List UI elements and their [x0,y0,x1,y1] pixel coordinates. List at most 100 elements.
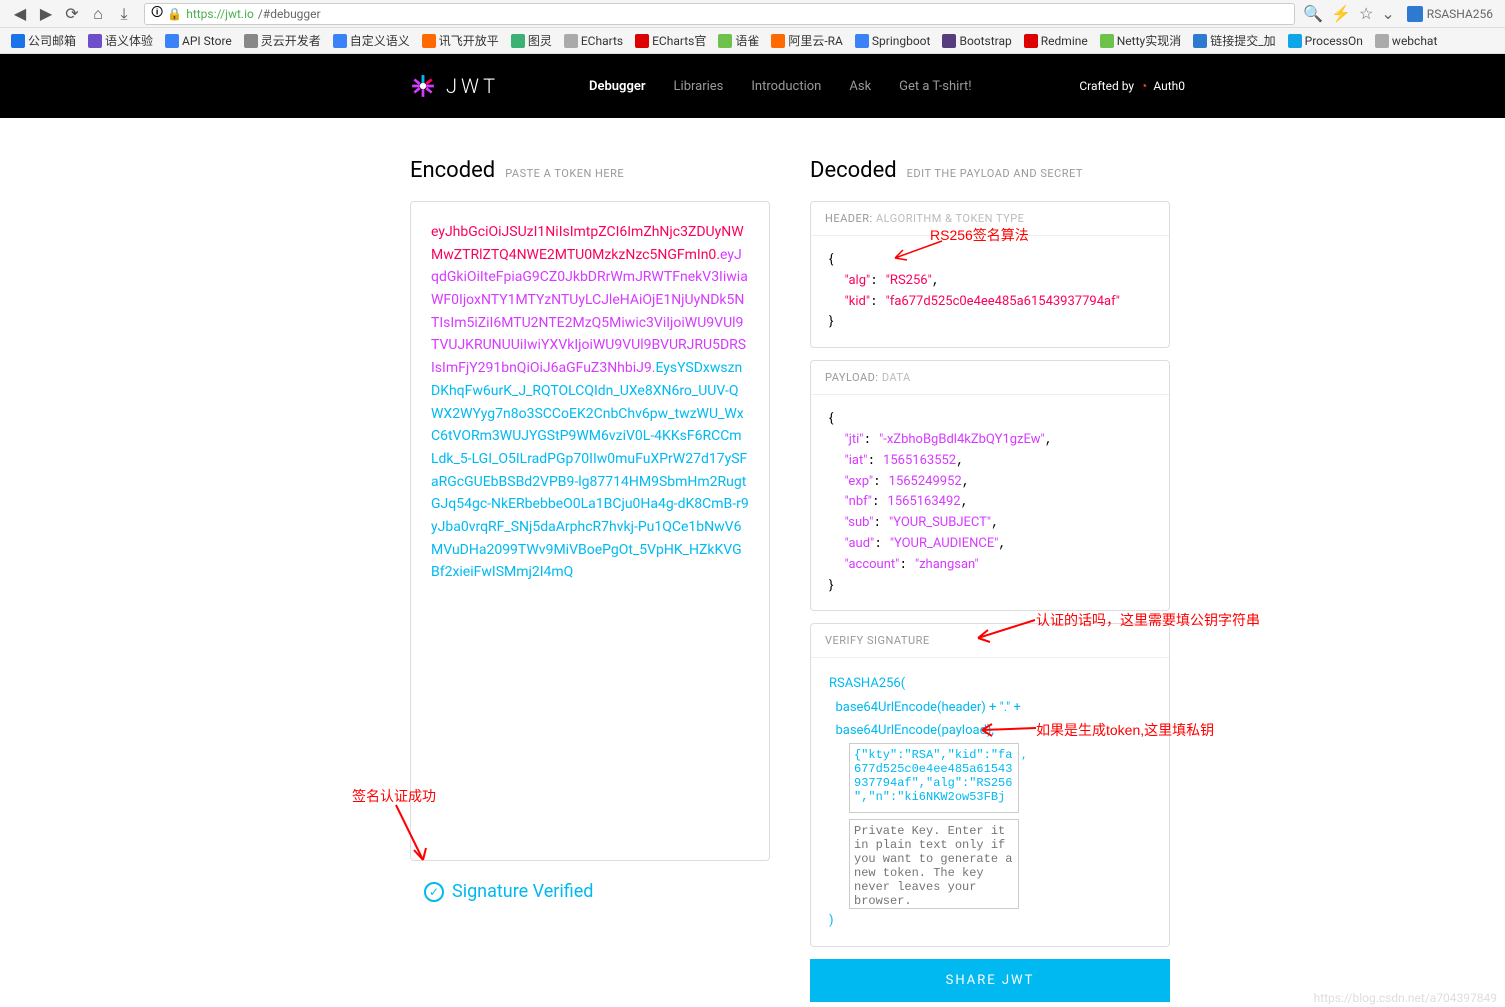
crafted-by: Crafted by ◔ Auth0 [1079,79,1185,93]
flash-icon[interactable]: ⚡ [1331,4,1351,23]
bookmark-label: 公司邮箱 [28,32,76,49]
bookmark-item[interactable]: ECharts官 [630,30,711,51]
bookmark-item[interactable]: 公司邮箱 [6,30,81,51]
nav-link-getatshirt[interactable]: Get a T-shirt! [899,79,972,94]
bookmark-item[interactable]: API Store [160,32,237,50]
bookmark-icon [165,34,179,48]
bookmark-icon [635,34,649,48]
main-content: Encoded PASTE A TOKEN HERE eyJhbGciOiJSU… [0,118,1505,1002]
forward-button[interactable]: ▶ [34,2,58,26]
chevron-down-icon[interactable]: ⌄ [1381,4,1394,23]
encoded-subtitle: PASTE A TOKEN HERE [505,167,624,180]
encoded-token-box[interactable]: eyJhbGciOiJSUzI1NiIsImtpZCI6ImZhNjc3ZDUy… [410,201,770,861]
bookmark-icon [1375,34,1389,48]
download-button[interactable]: ⤓ [112,2,136,26]
jwt-signature: EysYSDxwsznDKhqFw6urK_J_RQTOLCQIdn_UXe8X… [431,360,749,580]
nav-link-introduction[interactable]: Introduction [751,79,821,94]
home-button[interactable]: ⌂ [86,2,110,26]
url-path: /#debugger [258,7,321,21]
bookmark-label: 讯飞开放平 [439,32,499,49]
bookmark-icon [855,34,869,48]
extension-label: RSASHA256 [1427,7,1493,21]
annotation-pubkey: 认证的话吗，这里需要填公钥字符串 [1036,610,1260,630]
bookmark-label: 语义体验 [105,32,153,49]
bookmark-item[interactable]: Springboot [850,32,936,50]
site-header: JWT Debugger Libraries Introduction Ask Get … [0,54,1505,118]
lock-icon: 🔒 [167,7,182,21]
share-jwt-button[interactable]: SHARE JWT [810,959,1170,1002]
nav-link-ask[interactable]: Ask [849,79,871,94]
nav-link-libraries[interactable]: Libraries [674,79,724,94]
bookmark-item[interactable]: 自定义语义 [328,30,415,51]
bookmark-item[interactable]: Netty实现消 [1095,30,1186,51]
bookmark-item[interactable]: Redmine [1019,32,1093,50]
url-bar[interactable]: 🛈 🔒 https://jwt.io/#debugger [144,3,1295,25]
bookmark-label: Redmine [1041,34,1088,48]
bookmark-item[interactable]: 语雀 [713,30,764,51]
bookmark-icon [422,34,436,48]
bookmark-item[interactable]: 图灵 [506,30,557,51]
nav-links: Debugger Libraries Introduction Ask Get a T-… [589,79,972,94]
bookmark-icon [88,34,102,48]
bookmark-item[interactable]: 讯飞开放平 [417,30,504,51]
bookmark-icon [1288,34,1302,48]
decoded-subtitle: EDIT THE PAYLOAD AND SECRET [907,167,1083,180]
bookmark-label: 自定义语义 [350,32,410,49]
bookmark-label: Netty实现消 [1117,32,1181,49]
bookmark-icon [718,34,732,48]
bookmark-label: API Store [182,34,232,48]
star-icon[interactable]: ☆ [1359,4,1373,23]
arrow-3 [976,716,1041,746]
encoded-title: Encoded PASTE A TOKEN HERE [410,158,770,183]
jwt-payload: eyJqdGkiOiIteFpiaG9CZ0JkbDRrWmJRWTFnekV3… [431,247,748,376]
bookmark-label: Bootstrap [959,34,1011,48]
bookmark-label: ECharts官 [652,32,706,49]
header-section: HEADER: ALGORITHM & TOKEN TYPE { "alg": … [810,201,1170,348]
bookmark-label: webchat [1392,34,1437,48]
extension-button[interactable]: RSASHA256 [1403,4,1497,24]
back-button[interactable]: ◀ [8,2,32,26]
bookmark-icon [11,34,25,48]
watermark: https://blog.csdn.net/a704397849 [1314,991,1497,1005]
arrow-2 [970,610,1040,650]
private-key-input[interactable] [849,819,1019,909]
bookmark-item[interactable]: 链接提交_加 [1188,30,1280,51]
bookmark-label: Springboot [872,34,931,48]
signature-verified: ✓ Signature Verified [424,881,770,902]
bookmark-label: ECharts [581,34,623,48]
bookmark-label: 图灵 [528,32,552,49]
jwt-logo-icon [410,73,436,99]
bookmark-item[interactable]: 灵云开发者 [239,30,326,51]
payload-json[interactable]: { "jti": "-xZbhoBgBdl4kZbQY1gzEw", "iat"… [811,395,1169,610]
bookmark-item[interactable]: webchat [1370,32,1442,50]
signature-section: VERIFY SIGNATURE RSASHA256( base64UrlEnc… [810,623,1170,947]
annotation-rs256: RS256签名算法 [930,225,1029,245]
logo[interactable]: JWT [410,73,499,99]
public-key-input[interactable] [849,743,1019,813]
bookmarks-bar: 公司邮箱 语义体验 API Store 灵云开发者 自定义语义 讯飞开放平 图灵 EChart… [0,28,1505,54]
bookmark-icon [244,34,258,48]
bookmark-item[interactable]: 语义体验 [83,30,158,51]
browser-toolbar: ◀ ▶ ⟳ ⌂ ⤓ 🛈 🔒 https://jwt.io/#debugger 🔍… [0,0,1505,28]
header-json[interactable]: { "alg": "RS256", "kid": "fa677d525c0e4e… [811,236,1169,347]
bookmark-label: 阿里云-RA [788,32,843,49]
arrow-4 [378,800,438,870]
logo-text: JWT [446,74,499,98]
shield-icon: 🛈 [151,3,163,24]
bookmark-label: 灵云开发者 [261,32,321,49]
reload-button[interactable]: ⟳ [60,2,84,26]
search-icon[interactable]: 🔍 [1303,4,1323,23]
bookmark-icon [333,34,347,48]
bookmark-item[interactable]: ProcessOn [1283,32,1368,50]
bookmark-icon [1193,34,1207,48]
bookmark-label: ProcessOn [1305,34,1363,48]
bookmark-item[interactable]: 阿里云-RA [766,30,848,51]
bookmark-label: 语雀 [735,32,759,49]
bookmark-item[interactable]: Bootstrap [937,32,1016,50]
jwt-header: eyJhbGciOiJSUzI1NiIsImtpZCI6ImZhNjc3ZDUy… [431,224,744,263]
signature-body: RSASHA256( base64UrlEncode(header) + "."… [811,658,1169,946]
decoded-title: Decoded EDIT THE PAYLOAD AND SECRET [810,158,1170,183]
auth0-icon: ◔ [1140,79,1147,93]
nav-link-debugger[interactable]: Debugger [589,79,646,94]
bookmark-item[interactable]: ECharts [559,32,628,50]
